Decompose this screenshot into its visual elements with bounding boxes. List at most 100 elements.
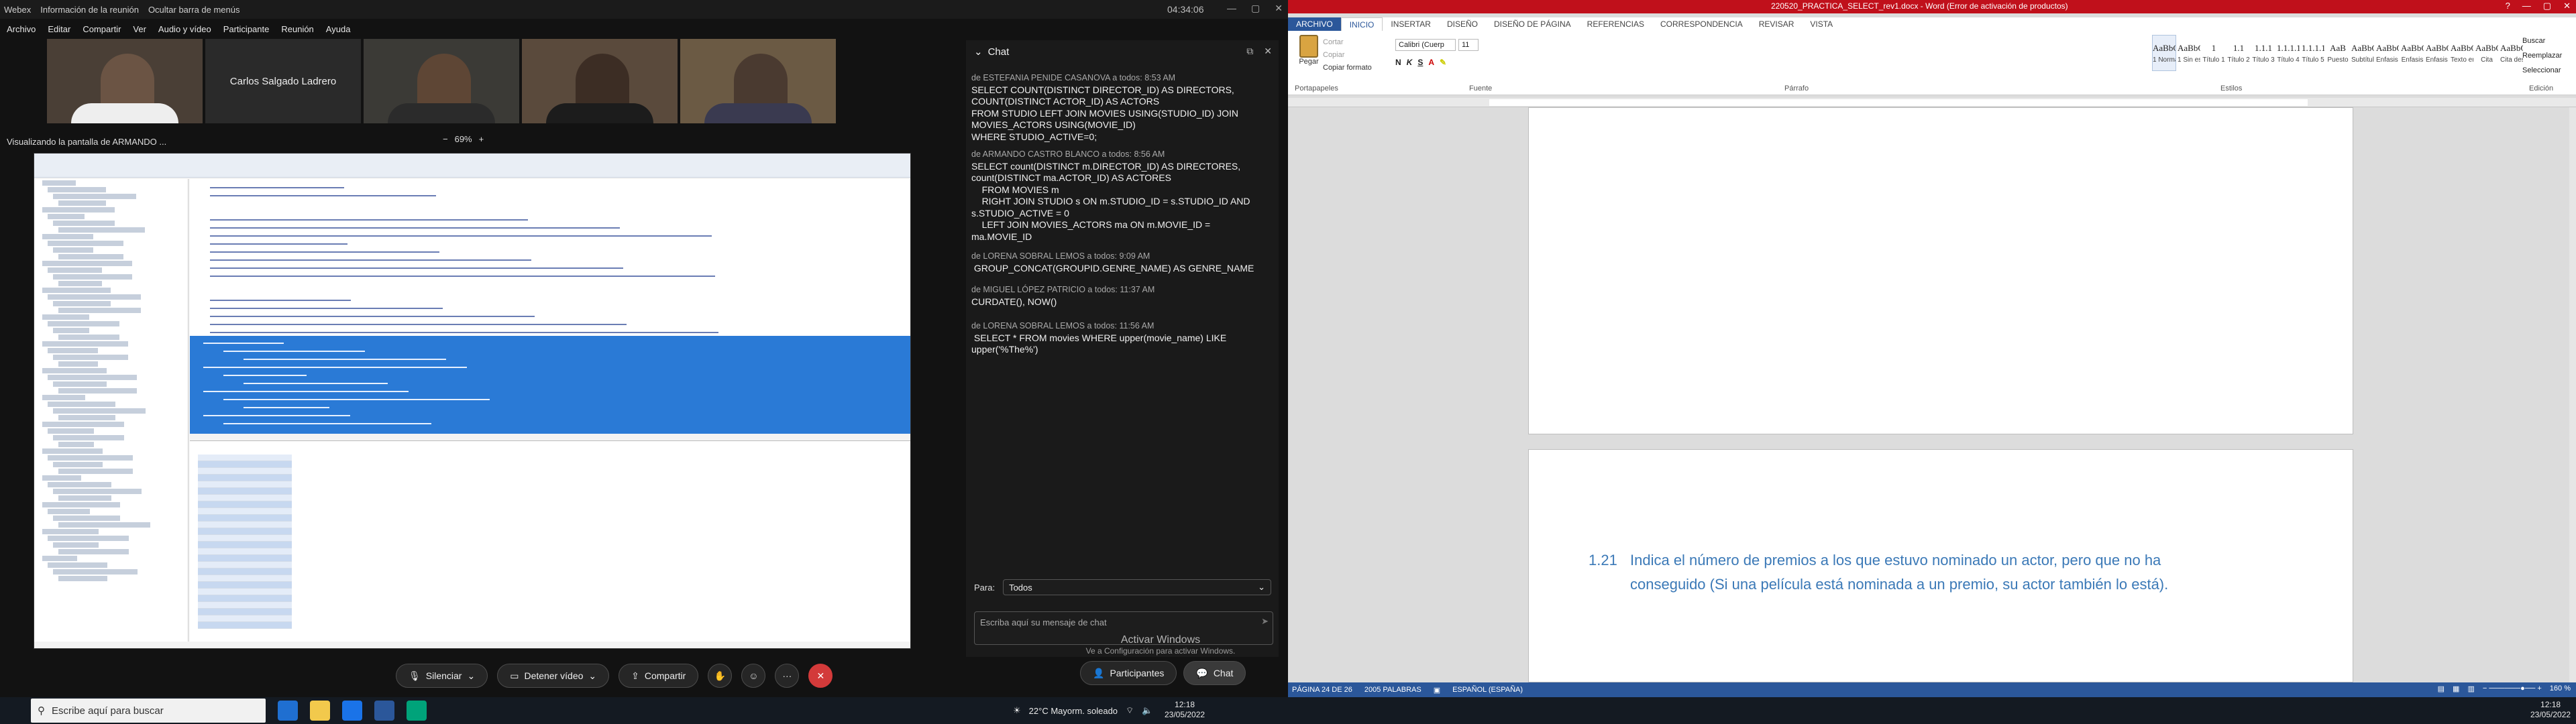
maximize-icon[interactable]: ▢ bbox=[1251, 3, 1260, 14]
volume-icon[interactable]: 🔈 bbox=[1142, 705, 1152, 716]
tab-inicio[interactable]: INICIO bbox=[1340, 17, 1383, 31]
video-tile[interactable] bbox=[680, 39, 836, 123]
chevron-down-icon[interactable]: ⌄ bbox=[467, 670, 475, 682]
highlight-icon[interactable]: ✎ bbox=[1440, 58, 1446, 67]
italic-button[interactable]: K bbox=[1407, 58, 1413, 67]
mute-button[interactable]: 🎙 Silenciar ⌄ bbox=[396, 664, 488, 688]
style-item[interactable]: 1 AaBl Título 1 bbox=[2202, 35, 2226, 71]
minimize-icon[interactable]: — bbox=[1227, 3, 1236, 14]
style-item[interactable]: AaB Puesto bbox=[2326, 35, 2350, 71]
participants-button[interactable]: 👤 Participantes bbox=[1080, 661, 1177, 685]
chrome-icon[interactable] bbox=[342, 701, 362, 721]
format-painter-button[interactable]: Copiar formato bbox=[1323, 62, 1372, 74]
vertical-scrollbar[interactable] bbox=[2569, 107, 2576, 684]
menu-archivo[interactable]: Archivo bbox=[7, 24, 36, 34]
style-item[interactable]: AaBbCcDc Énfasis int... bbox=[2425, 35, 2449, 71]
style-item[interactable]: AaBbCcDc 1 Normal bbox=[2152, 35, 2176, 71]
style-item[interactable]: 1.1.1 Aa Título 3 bbox=[2251, 35, 2275, 71]
style-item[interactable]: 1.1.1.1.1 Título 5 bbox=[2301, 35, 2325, 71]
find-button[interactable]: Buscar bbox=[2522, 34, 2562, 48]
folder-icon[interactable] bbox=[310, 701, 330, 721]
meeting-info-button[interactable]: Información de la reunión bbox=[40, 5, 139, 15]
video-tile[interactable] bbox=[522, 39, 678, 123]
question-paragraph[interactable]: 1.21 Indica el número de premios a los q… bbox=[1589, 548, 2192, 597]
copy-button[interactable]: Copiar bbox=[1323, 49, 1372, 62]
tab-archivo[interactable]: ARCHIVO bbox=[1288, 17, 1341, 31]
zoom-in-button[interactable]: + bbox=[479, 134, 484, 144]
reactions-button[interactable]: ☺ bbox=[741, 664, 766, 688]
webex-app-name[interactable]: Webex bbox=[4, 5, 31, 15]
word-icon[interactable] bbox=[374, 701, 394, 721]
popout-icon[interactable]: ⧉ bbox=[1246, 46, 1253, 57]
close-chat-icon[interactable]: ✕ bbox=[1264, 46, 1272, 57]
menu-ayuda[interactable]: Ayuda bbox=[326, 24, 351, 34]
document-page[interactable] bbox=[1528, 107, 2353, 434]
clock[interactable]: 12:18 23/05/2022 bbox=[1165, 700, 1205, 720]
tab-vista[interactable]: VISTA bbox=[1802, 17, 1841, 31]
tab-correspondencia[interactable]: CORRESPONDENCIA bbox=[1652, 17, 1751, 31]
more-button[interactable]: ··· bbox=[775, 664, 800, 688]
weather-text[interactable]: 22°C Mayorm. soleado bbox=[1029, 706, 1118, 716]
maximize-icon[interactable]: ▢ bbox=[2543, 1, 2551, 11]
replace-button[interactable]: Reemplazar bbox=[2522, 48, 2562, 63]
font-color-icon[interactable]: A bbox=[1428, 58, 1434, 67]
video-tile[interactable] bbox=[47, 39, 203, 123]
ruler[interactable] bbox=[1288, 98, 2576, 107]
style-item[interactable]: AaBbCcDc Énfasis bbox=[2400, 35, 2424, 71]
tab-diseno[interactable]: DISEÑO bbox=[1439, 17, 1486, 31]
read-mode-icon[interactable]: ▤ bbox=[2438, 684, 2445, 693]
print-layout-icon[interactable]: ▦ bbox=[2453, 684, 2459, 693]
clock-secondary[interactable]: 12:18 23/05/2022 bbox=[2530, 700, 2571, 720]
menu-reunion[interactable]: Reunión bbox=[281, 24, 313, 34]
tab-revisar[interactable]: REVISAR bbox=[1751, 17, 1803, 31]
status-zoom[interactable]: 160 % bbox=[2550, 684, 2571, 693]
zoom-out-button[interactable]: − bbox=[443, 134, 448, 144]
font-size-select[interactable]: 11 bbox=[1458, 39, 1479, 51]
video-tile-name[interactable]: Carlos Salgado Ladrero bbox=[205, 39, 361, 123]
chat-button[interactable]: 💬 Chat bbox=[1183, 661, 1246, 685]
webex-icon[interactable] bbox=[407, 701, 427, 721]
close-icon[interactable]: ✕ bbox=[2563, 1, 2571, 11]
style-item[interactable]: 1.1.1.1 A Título 4 bbox=[2276, 35, 2300, 71]
status-page[interactable]: PÁGINA 24 DE 26 bbox=[1292, 686, 1352, 694]
status-language[interactable]: ESPAÑOL (ESPAÑA) bbox=[1452, 686, 1523, 694]
menu-ver[interactable]: Ver bbox=[133, 24, 146, 34]
style-item[interactable]: AaBbCcDc Énfasis sutil bbox=[2375, 35, 2400, 71]
style-item[interactable]: AaBbCcDc 1 Sin espa... bbox=[2177, 35, 2201, 71]
chevron-down-icon[interactable]: ⌄ bbox=[588, 670, 596, 682]
paste-button[interactable]: Pegar bbox=[1296, 35, 1322, 78]
edge-icon[interactable] bbox=[278, 701, 298, 721]
select-button[interactable]: Seleccionar bbox=[2522, 63, 2562, 78]
status-words[interactable]: 2005 PALABRAS bbox=[1364, 686, 1421, 694]
chevron-down-icon[interactable]: ⌄ bbox=[974, 46, 983, 58]
video-tile[interactable] bbox=[364, 39, 519, 123]
style-item[interactable]: AaBbCcDc Cita desta... bbox=[2500, 35, 2524, 71]
leave-button[interactable]: ✕ bbox=[808, 664, 833, 688]
menu-participante[interactable]: Participante bbox=[223, 24, 270, 34]
tab-referencias[interactable]: REFERENCIAS bbox=[1579, 17, 1652, 31]
style-item[interactable]: AaBbCcDc Cita bbox=[2475, 35, 2499, 71]
share-button[interactable]: ⇪ Compartir bbox=[619, 664, 699, 688]
tab-insertar[interactable]: INSERTAR bbox=[1383, 17, 1439, 31]
zoom-slider[interactable]: − ──────●── + bbox=[2483, 684, 2542, 693]
underline-button[interactable]: S bbox=[1417, 58, 1423, 67]
tab-diseno-pagina[interactable]: DISEÑO DE PÁGINA bbox=[1486, 17, 1579, 31]
taskbar-search[interactable]: ⚲ Escribe aquí para buscar bbox=[31, 699, 266, 723]
minimize-icon[interactable]: — bbox=[2522, 1, 2531, 11]
font-name-select[interactable]: Calibri (Cuerp bbox=[1395, 39, 1456, 51]
bold-button[interactable]: N bbox=[1395, 58, 1401, 67]
wifi-icon[interactable]: ⌔ bbox=[1126, 705, 1134, 716]
hide-menubar-button[interactable]: Ocultar barra de menús bbox=[148, 5, 240, 15]
chat-recipient-select[interactable]: Todos ⌄ bbox=[1003, 579, 1272, 595]
close-icon[interactable]: ✕ bbox=[1275, 3, 1283, 14]
help-icon[interactable]: ? bbox=[2506, 1, 2510, 11]
menu-editar[interactable]: Editar bbox=[48, 24, 70, 34]
style-item[interactable]: AaBbCcDc Texto en n... bbox=[2450, 35, 2474, 71]
raise-hand-button[interactable]: ✋ bbox=[708, 664, 733, 688]
proofing-icon[interactable]: ▣ bbox=[1434, 686, 1440, 695]
menu-audio-video[interactable]: Audio y vídeo bbox=[158, 24, 211, 34]
menu-compartir[interactable]: Compartir bbox=[83, 24, 121, 34]
cut-button[interactable]: Cortar bbox=[1323, 36, 1372, 49]
style-item[interactable]: AaBbCcD Subtítulo bbox=[2351, 35, 2375, 71]
stop-video-button[interactable]: ▭ Detener vídeo ⌄ bbox=[497, 664, 610, 688]
